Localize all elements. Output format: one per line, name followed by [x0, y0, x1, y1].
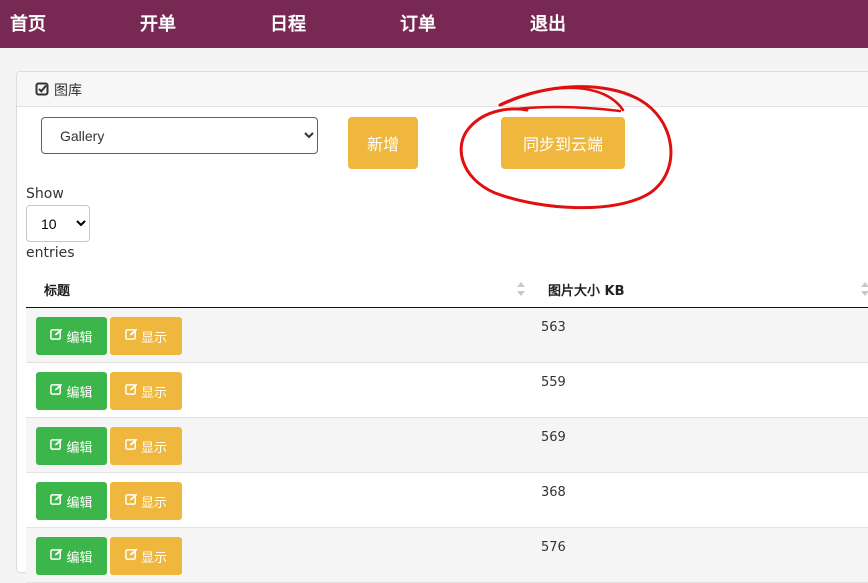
edit-button-label: 编辑 — [66, 440, 93, 456]
image-size-cell: 569 — [541, 430, 566, 445]
show-button-label: 显示 — [140, 330, 167, 346]
show-button[interactable]: 显示 — [110, 372, 182, 410]
edit-button[interactable]: 编辑 — [36, 537, 107, 575]
sync-to-cloud-button[interactable]: 同步到云端 — [501, 117, 625, 169]
nav-home[interactable]: 首页 — [10, 10, 46, 36]
table-row: 编辑 显示 368 — [26, 473, 868, 528]
edit-button[interactable]: 编辑 — [36, 372, 107, 410]
edit-icon — [50, 548, 63, 565]
show-button-label: 显示 — [140, 440, 167, 456]
show-button-label: 显示 — [140, 550, 167, 566]
edit-icon — [125, 383, 138, 400]
edit-button-label: 编辑 — [66, 495, 93, 511]
top-navbar: 首页 开单 日程 订单 退出 — [0, 0, 868, 48]
edit-icon — [125, 328, 138, 345]
edit-button-label: 编辑 — [66, 385, 93, 401]
header-image-size[interactable]: 图片大小 KB — [548, 280, 625, 299]
image-size-cell: 559 — [541, 375, 566, 390]
image-size-cell: 368 — [541, 485, 566, 500]
panel-heading: 图库 — [17, 72, 868, 107]
edit-button-label: 编辑 — [66, 330, 93, 346]
table-row: 编辑 显示 569 — [26, 418, 868, 473]
edit-icon — [125, 438, 138, 455]
show-label: Show — [26, 186, 64, 202]
nav-orders[interactable]: 订单 — [400, 10, 436, 36]
table-row: 编辑 显示 559 — [26, 363, 868, 418]
edit-button-label: 编辑 — [66, 550, 93, 566]
sort-icon[interactable] — [860, 281, 868, 301]
entries-per-page-select[interactable]: 10 — [26, 205, 90, 242]
edit-icon — [50, 493, 63, 510]
image-size-cell: 576 — [541, 540, 566, 555]
header-title[interactable]: 标题 — [44, 280, 70, 299]
nav-schedule[interactable]: 日程 — [270, 10, 306, 36]
edit-icon — [125, 548, 138, 565]
gallery-select[interactable]: Gallery — [41, 117, 318, 154]
table-row: 编辑 显示 576 — [26, 528, 868, 583]
show-button-label: 显示 — [140, 385, 167, 401]
entries-label: entries — [26, 245, 75, 261]
edit-button[interactable]: 编辑 — [36, 482, 107, 520]
show-button[interactable]: 显示 — [110, 427, 182, 465]
show-button[interactable]: 显示 — [110, 482, 182, 520]
image-size-cell: 563 — [541, 320, 566, 335]
edit-icon — [50, 383, 63, 400]
sort-icon[interactable] — [516, 281, 526, 301]
panel-title: 图库 — [54, 83, 82, 99]
edit-icon — [125, 493, 138, 510]
check-square-icon — [35, 81, 49, 100]
edit-button[interactable]: 编辑 — [36, 317, 107, 355]
nav-open-order[interactable]: 开单 — [140, 10, 176, 36]
nav-logout[interactable]: 退出 — [530, 10, 566, 36]
show-button[interactable]: 显示 — [110, 537, 182, 575]
show-button-label: 显示 — [140, 495, 167, 511]
edit-icon — [50, 438, 63, 455]
edit-button[interactable]: 编辑 — [36, 427, 107, 465]
show-button[interactable]: 显示 — [110, 317, 182, 355]
add-button[interactable]: 新增 — [348, 117, 418, 169]
table-row: 编辑 显示 563 — [26, 308, 868, 363]
edit-icon — [50, 328, 63, 345]
